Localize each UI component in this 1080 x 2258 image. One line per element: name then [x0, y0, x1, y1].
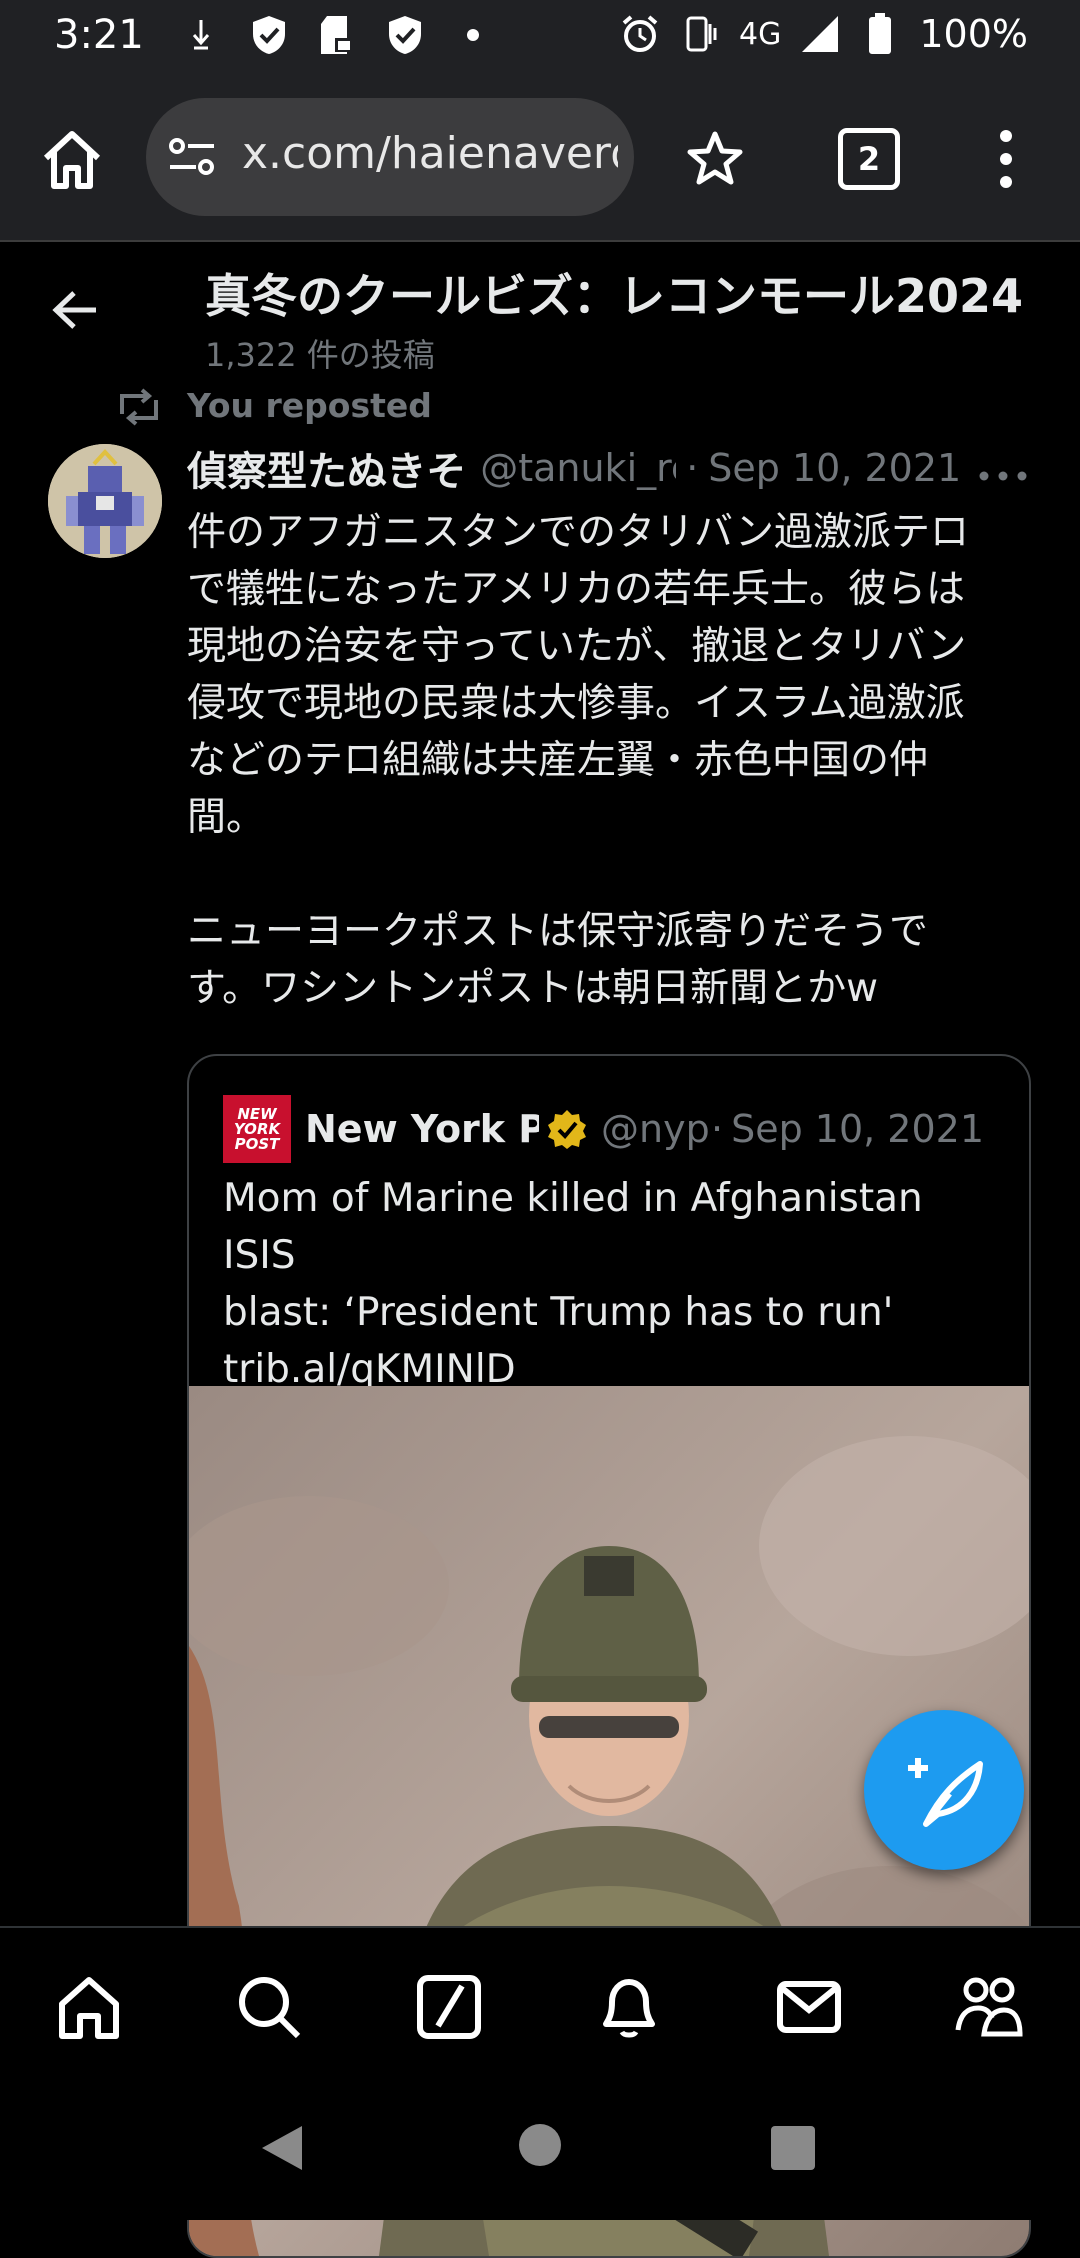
page-title: 真冬のクールビズ：レコンモール2024: [205, 269, 1024, 323]
recents-square-icon[interactable]: [771, 2126, 815, 2170]
compose-feather-icon: [908, 1758, 983, 1827]
system-navigation-bar: [0, 2076, 1080, 2220]
browser-toolbar: x.com/haienaverd 2: [0, 76, 1080, 242]
bottom-navigation: [0, 1926, 1080, 2078]
quoted-line: Mom of Marine killed in Afghanistan ISIS: [223, 1176, 923, 1278]
home-icon[interactable]: [54, 1972, 124, 2042]
tweet-line: ニューヨークポストは保守派寄りだそうで: [187, 909, 929, 954]
shield-check-icon: [384, 14, 426, 56]
site-settings-icon[interactable]: [168, 136, 216, 178]
communities-icon[interactable]: [954, 1972, 1024, 2042]
quoted-tweet-header: NEW YORK POST New York Post @nypost · Se…: [223, 1094, 1013, 1164]
vibrate-icon: [679, 13, 721, 55]
quoted-tweet-text: Mom of Marine killed in Afghanistan ISIS…: [223, 1170, 1003, 1398]
tweet-line: などのテロ組織は共産左翼・赤色中国の仲: [187, 738, 929, 783]
nypost-logo[interactable]: NEW YORK POST: [223, 1095, 291, 1163]
tweet-line: す。ワシントンポストは朝日新聞とかw: [187, 966, 878, 1011]
tweet-header: 偵察型たぬきそ @tanuki_re · Sep 10, 2021: [187, 440, 1027, 496]
grok-icon[interactable]: [414, 1972, 484, 2042]
compose-post-button[interactable]: [864, 1710, 1024, 1870]
status-time: 3:21: [54, 12, 144, 58]
tweet-line: で犠牲になったアメリカの若年兵士。彼らは: [187, 567, 966, 612]
tweet-line: 侵攻で現地の民衆は大惨事。イスラム過激派: [187, 681, 965, 726]
network-type: 4G: [739, 16, 782, 52]
back-triangle-icon[interactable]: [258, 2124, 304, 2176]
sd-card-lock-icon: [316, 14, 358, 56]
battery-icon: [859, 13, 901, 55]
more-horizontal-icon[interactable]: [979, 466, 1027, 481]
quoted-line: blast: ‘President Trump has to run': [223, 1290, 894, 1335]
tweet-date[interactable]: Sep 10, 2021: [708, 446, 961, 490]
author-name[interactable]: 偵察型たぬきそ: [187, 439, 466, 497]
more-vert-icon[interactable]: [992, 126, 1020, 192]
logo-line: POST: [234, 1134, 280, 1153]
dot-icon: [452, 14, 494, 56]
system-icons: 4G 100%: [619, 12, 1028, 56]
tabs-icon[interactable]: 2: [838, 128, 900, 190]
tweet-text: 件のアフガニスタンでのタリバン過激派テロ で犠牲になったアメリカの若年兵士。彼ら…: [187, 504, 1037, 1017]
tweet-line: 間。: [187, 795, 266, 840]
home-icon[interactable]: [36, 124, 108, 196]
verified-badge-icon: [547, 1109, 587, 1149]
download-icon: [180, 14, 222, 56]
post-count: 1,322 件の投稿: [205, 336, 435, 374]
url-text[interactable]: x.com/haienaverd: [242, 128, 618, 179]
repost-icon: [116, 388, 162, 426]
address-bar[interactable]: x.com/haienaverd: [146, 98, 634, 216]
notifications-icon[interactable]: [594, 1972, 664, 2042]
quoted-author-name[interactable]: New York Post: [305, 1107, 539, 1151]
tweet-line: 件のアフガニスタンでのタリバン過激派テロ: [187, 510, 969, 555]
page-header: 真冬のクールビズ：レコンモール2024 1,322 件の投稿: [0, 242, 1080, 382]
notification-icons: [180, 14, 494, 56]
shield-check-icon: [248, 14, 290, 56]
avatar[interactable]: [48, 444, 162, 558]
signal-icon: [799, 13, 841, 55]
star-icon[interactable]: [684, 128, 746, 190]
author-handle[interactable]: @tanuki_re: [480, 446, 676, 490]
back-arrow-icon[interactable]: [52, 290, 98, 330]
quoted-date[interactable]: Sep 10, 2021: [731, 1107, 984, 1151]
repost-label: You reposted: [187, 386, 432, 425]
separator: ·: [711, 1107, 724, 1151]
alarm-icon: [619, 13, 661, 55]
status-bar: 3:21 4G 100%: [0, 0, 1080, 76]
quoted-handle[interactable]: @nypost: [601, 1107, 711, 1151]
separator: ·: [686, 446, 699, 490]
tweet-line: 現地の治安を守っていたが、撤退とタリバン: [187, 624, 967, 669]
home-circle-icon[interactable]: [519, 2124, 561, 2166]
battery-percent: 100%: [919, 12, 1028, 56]
search-icon[interactable]: [234, 1972, 304, 2042]
messages-icon[interactable]: [774, 1972, 844, 2042]
